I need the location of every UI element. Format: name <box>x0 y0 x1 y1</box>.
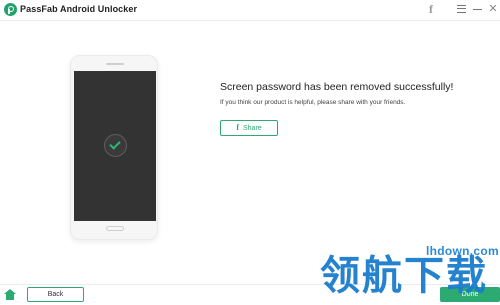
facebook-icon[interactable]: f <box>424 2 438 16</box>
app-title: PassFab Android Unlocker <box>20 4 138 14</box>
watermark-text: 领航下载 <box>320 254 488 298</box>
title-bar: PassFab Android Unlocker f ✕ <box>0 0 500 20</box>
success-check-icon <box>104 134 127 157</box>
share-prompt: If you think our product is helpful, ple… <box>220 99 406 106</box>
menu-icon[interactable] <box>454 2 468 13</box>
phone-home-button <box>106 226 124 231</box>
phone-speaker <box>106 63 124 65</box>
home-icon[interactable] <box>4 289 16 300</box>
share-button-label: Share <box>242 124 262 132</box>
title-divider <box>0 20 500 21</box>
success-headline: Screen password has been removed success… <box>220 81 454 93</box>
phone-screen <box>74 71 156 221</box>
check-mark <box>109 138 121 150</box>
back-button[interactable]: Back <box>27 287 84 302</box>
facebook-icon: f <box>236 123 239 132</box>
close-icon[interactable]: ✕ <box>486 2 500 16</box>
app-logo-icon <box>4 3 17 16</box>
share-button[interactable]: f Share <box>220 120 278 136</box>
phone-illustration <box>70 55 158 240</box>
watermark: lhdown.com 领航下载 <box>318 240 500 305</box>
minimize-icon[interactable] <box>470 2 484 11</box>
